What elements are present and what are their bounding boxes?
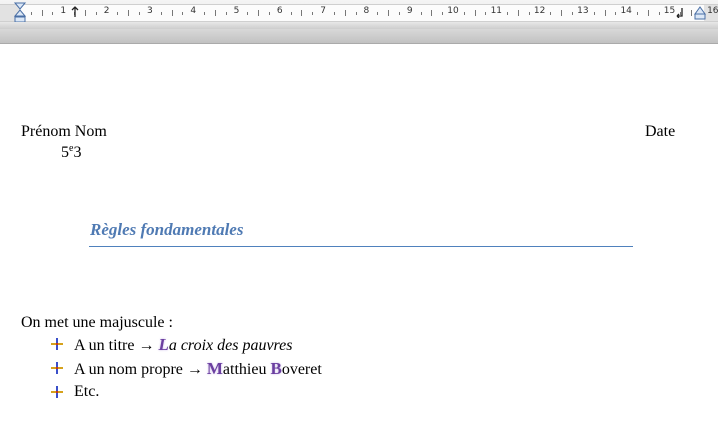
ruler-number: 3: [147, 6, 153, 16]
toolbar-separator: [0, 29, 718, 44]
ruler-number: 5: [233, 6, 240, 16]
ruler-number: 6: [276, 6, 283, 16]
ruler-tick: [117, 12, 119, 15]
list-item-example: atthieu: [222, 361, 271, 378]
list-item[interactable]: Etc.: [74, 383, 99, 401]
ruler-tick: [388, 10, 390, 16]
ruler-tick: [160, 12, 162, 15]
ruler-tick: [431, 10, 433, 16]
bullet-icon: [51, 362, 63, 374]
tab-stop-right-icon[interactable]: [676, 6, 684, 18]
ruler-tick: [572, 12, 574, 15]
list-item[interactable]: A un titre → La croix des pauvres: [74, 335, 293, 355]
ruler-tick: [485, 12, 487, 15]
ruler-tick: [301, 10, 303, 16]
ruler[interactable]: 1 2 3 4 5 6 7 8 9 10 11 12 13 14 15 16: [0, 0, 718, 44]
ruler-tick: [139, 12, 141, 15]
ruler-tick: [463, 12, 465, 15]
ruler-tick: [528, 12, 530, 15]
list-item[interactable]: A un nom propre → Matthieu Boveret: [74, 359, 322, 379]
ruler-tick: [214, 10, 216, 16]
ruler-tick: [550, 12, 552, 15]
list-item-example: overet: [281, 361, 322, 378]
highlighted-capital: M: [206, 359, 223, 378]
list-item-example: a croix des pauvres: [168, 337, 293, 354]
class-prefix: 5: [61, 144, 69, 161]
title-underline: [89, 246, 633, 247]
ruler-number: 2: [103, 6, 110, 16]
ruler-tick: [128, 10, 130, 16]
ruler-number: 4: [190, 6, 197, 16]
document-page[interactable]: Prénom Nom Date 5e3 Règles fondamentales…: [0, 44, 718, 445]
ruler-tick: [290, 12, 292, 15]
indent-marker-icon[interactable]: [14, 2, 26, 24]
ruler-tick: [41, 10, 43, 16]
intro-text[interactable]: On met une majuscule :: [21, 314, 173, 332]
ruler-tick: [420, 12, 422, 15]
bullet-icon: [51, 386, 63, 398]
ruler-number: 12: [533, 6, 546, 16]
arrow-icon: →: [138, 337, 155, 354]
ruler-number: 14: [620, 6, 632, 16]
ruler-tick: [377, 12, 379, 15]
ruler-number: 15: [663, 6, 676, 16]
ruler-tick: [517, 10, 519, 16]
ruler-track[interactable]: 1 2 3 4 5 6 7 8 9 10 11 12 13 14 15 16: [0, 4, 718, 22]
ruler-tick: [95, 12, 97, 15]
ruler-tick: [84, 10, 86, 16]
ruler-tick: [52, 12, 54, 15]
list-item-text: Etc.: [74, 383, 100, 400]
ruler-tick: [398, 12, 400, 15]
list-item-text: A un nom propre: [74, 361, 187, 378]
ruler-tick: [333, 12, 335, 15]
ruler-tick: [171, 10, 173, 16]
list-item-text: A un titre: [74, 337, 139, 354]
ruler-number: 10: [447, 6, 459, 16]
ruler-tick: [258, 10, 260, 16]
highlighted-capital: L: [158, 335, 169, 354]
highlighted-capital: B: [270, 359, 282, 378]
ruler-tick: [30, 12, 32, 15]
ruler-number: 7: [320, 6, 326, 16]
tab-stop-left-icon[interactable]: [71, 6, 79, 18]
ruler-number: 16: [707, 6, 718, 16]
ruler-tick: [182, 12, 184, 15]
ruler-tick: [312, 12, 314, 15]
ruler-tick: [561, 10, 563, 16]
ruler-tick: [225, 12, 227, 15]
ruler-tick: [442, 12, 444, 15]
ruler-number: 9: [406, 6, 413, 16]
ruler-tick: [691, 10, 693, 16]
ruler-tick: [604, 10, 606, 16]
ruler-tick: [247, 12, 249, 15]
ruler-tick: [204, 12, 206, 15]
ruler-tick: [615, 12, 617, 15]
ruler-tick: [637, 12, 639, 15]
arrow-icon: →: [186, 361, 203, 378]
ruler-tick: [507, 12, 509, 15]
ruler-number: 1: [60, 6, 67, 16]
ruler-number: 13: [577, 6, 589, 16]
class-suffix: 3: [73, 144, 82, 161]
date-label[interactable]: Date: [645, 123, 675, 141]
name-label[interactable]: Prénom Nom: [21, 123, 107, 141]
ruler-tick: [344, 10, 346, 16]
ruler-tick: [355, 12, 357, 15]
right-indent-marker-icon[interactable]: [694, 2, 706, 24]
ruler-number: 8: [363, 6, 370, 16]
ruler-tick: [593, 12, 595, 15]
ruler-tick: [268, 12, 270, 15]
ruler-tick: [647, 10, 649, 16]
class-label[interactable]: 5e3: [61, 143, 81, 162]
bullet-icon: [51, 338, 63, 350]
ruler-number: 11: [490, 6, 503, 16]
ruler-tick: [658, 12, 660, 15]
ruler-tick: [474, 10, 476, 16]
page-title[interactable]: Règles fondamentales: [90, 220, 243, 240]
